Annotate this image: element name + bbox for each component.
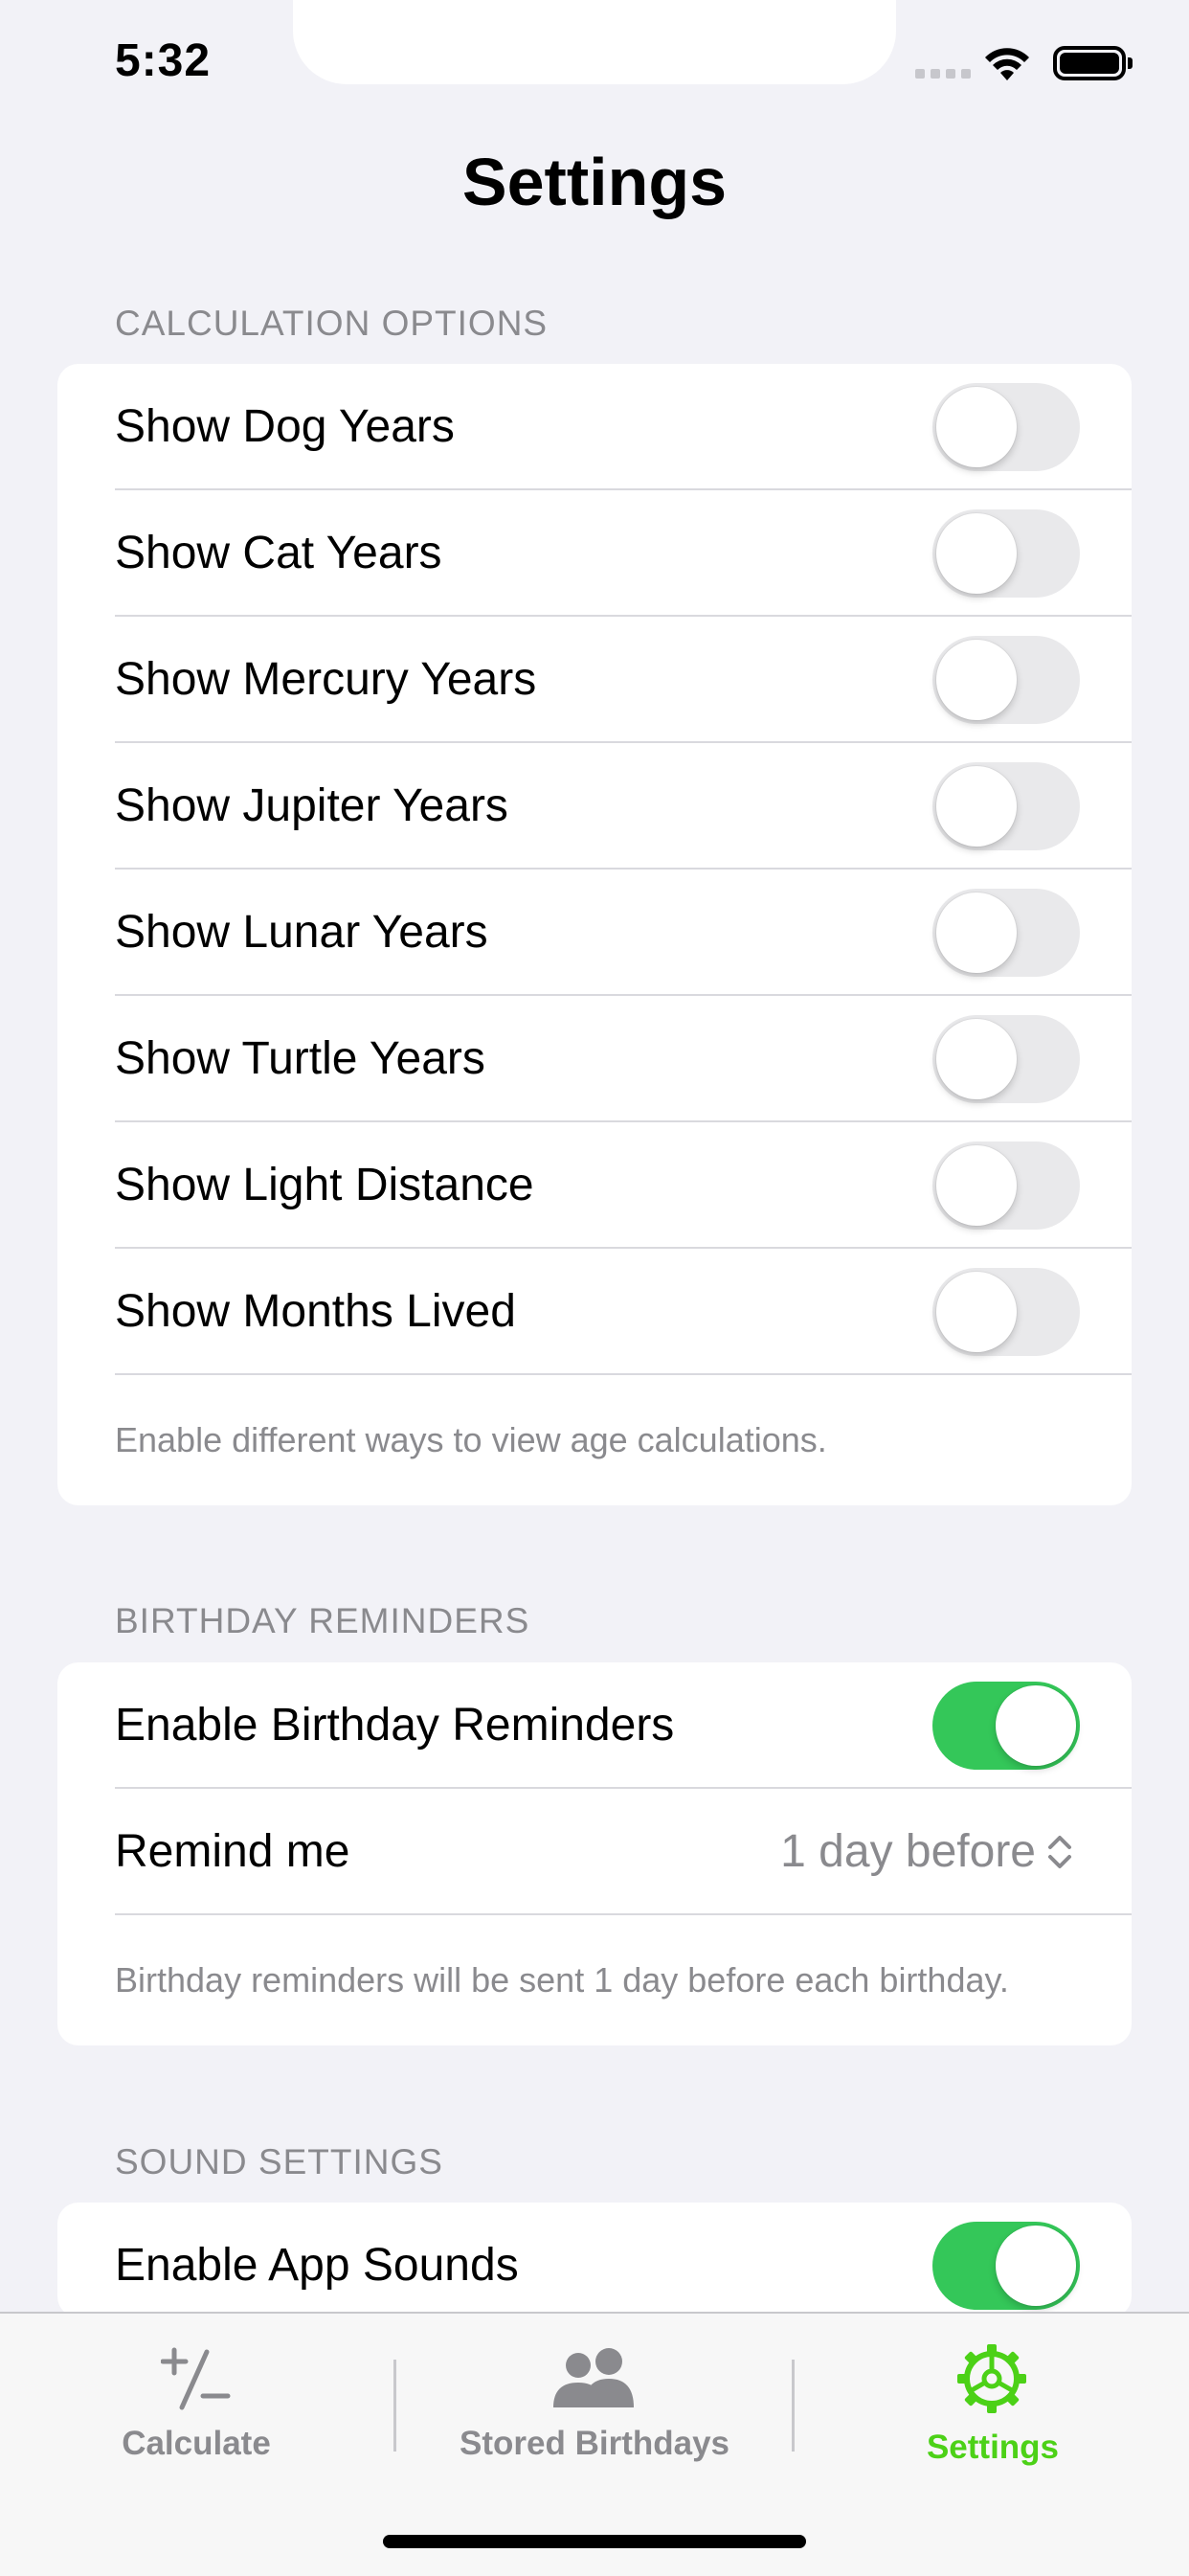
cellular-signal-icon bbox=[915, 69, 971, 79]
gear-icon bbox=[957, 2344, 1026, 2413]
row-separator bbox=[115, 1373, 1132, 1375]
enable-app-sounds-toggle[interactable] bbox=[932, 2222, 1080, 2310]
calculation-options-card: Show Dog Years Show Cat Years Show Mercury… bbox=[57, 364, 1132, 1505]
enable-birthday-reminders-label: Enable Birthday Reminders bbox=[115, 1700, 675, 1751]
calculation-option-label: Show Dog Years bbox=[115, 401, 455, 452]
remind-me-label: Remind me bbox=[115, 1826, 350, 1877]
wifi-icon bbox=[985, 48, 1029, 80]
battery-icon bbox=[1053, 46, 1133, 80]
tab-divider bbox=[792, 2360, 795, 2452]
birthday-reminders-card: Enable Birthday Reminders Remind me 1 da… bbox=[57, 1662, 1132, 2045]
calculation-option-row: Show Mercury Years bbox=[57, 617, 1132, 743]
toggle-knob bbox=[936, 766, 1017, 847]
toggle-knob bbox=[936, 513, 1017, 594]
calculation-option-label: Show Turtle Years bbox=[115, 1033, 485, 1084]
remind-me-picker[interactable]: 1 day before bbox=[780, 1789, 1074, 1915]
people-icon bbox=[553, 2348, 634, 2407]
enable-birthday-reminders-row: Enable Birthday Reminders bbox=[57, 1662, 1132, 1789]
calculation-option-toggle[interactable] bbox=[932, 1141, 1080, 1230]
calculation-option-label: Show Mercury Years bbox=[115, 654, 537, 705]
calculation-option-label: Show Lunar Years bbox=[115, 907, 488, 958]
calculation-option-row: Show Months Lived bbox=[57, 1249, 1132, 1375]
status-bar: 5:32 bbox=[0, 0, 1189, 124]
calculation-option-toggle[interactable] bbox=[932, 1015, 1080, 1103]
status-time: 5:32 bbox=[115, 35, 212, 86]
calculation-option-label: Show Jupiter Years bbox=[115, 780, 508, 831]
toggle-knob bbox=[936, 387, 1017, 467]
birthday-reminders-footer: Birthday reminders will be sent 1 day be… bbox=[115, 1960, 1009, 2000]
enable-app-sounds-label: Enable App Sounds bbox=[115, 2240, 519, 2291]
calculation-option-toggle[interactable] bbox=[932, 1268, 1080, 1356]
calculation-option-label: Show Months Lived bbox=[115, 1286, 516, 1337]
calculation-option-row: Show Dog Years bbox=[57, 364, 1132, 490]
page-title: Settings bbox=[461, 145, 728, 219]
row-separator bbox=[115, 1913, 1132, 1915]
calculation-option-toggle[interactable] bbox=[932, 509, 1080, 598]
remind-me-row[interactable]: Remind me 1 day before bbox=[57, 1789, 1132, 1915]
calculation-option-row: Show Lunar Years bbox=[57, 870, 1132, 996]
tab-label: Calculate bbox=[122, 2425, 271, 2462]
calculation-option-toggle[interactable] bbox=[932, 383, 1080, 471]
notch bbox=[293, 0, 896, 84]
plus-minus-icon bbox=[161, 2347, 231, 2410]
home-indicator bbox=[383, 2535, 806, 2548]
calculation-options-header: CALCULATION OPTIONS bbox=[115, 304, 549, 343]
toggle-knob bbox=[936, 1019, 1017, 1099]
enable-birthday-reminders-toggle[interactable] bbox=[932, 1682, 1080, 1770]
sound-settings-header: SOUND SETTINGS bbox=[115, 2142, 443, 2181]
calculation-option-row: Show Light Distance bbox=[57, 1122, 1132, 1249]
toggle-knob bbox=[996, 2226, 1076, 2306]
calculation-option-toggle[interactable] bbox=[932, 636, 1080, 724]
tab-label: Stored Birthdays bbox=[460, 2425, 729, 2462]
calculation-options-footer: Enable different ways to view age calcul… bbox=[115, 1420, 827, 1459]
calculation-option-toggle[interactable] bbox=[932, 762, 1080, 850]
calculation-option-toggle[interactable] bbox=[932, 889, 1080, 977]
toggle-knob bbox=[936, 1272, 1017, 1352]
remind-me-value: 1 day before bbox=[780, 1826, 1036, 1877]
calculation-option-row: Show Jupiter Years bbox=[57, 743, 1132, 870]
calculation-option-label: Show Light Distance bbox=[115, 1160, 534, 1210]
calculation-option-row: Show Cat Years bbox=[57, 490, 1132, 617]
enable-app-sounds-row: Enable App Sounds bbox=[57, 2203, 1132, 2317]
birthday-reminders-header: BIRTHDAY REMINDERS bbox=[115, 1601, 530, 1640]
toggle-knob bbox=[996, 1685, 1076, 1766]
tab-calculate[interactable]: Calculate bbox=[0, 2314, 393, 2505]
tab-settings[interactable]: Settings bbox=[796, 2314, 1189, 2505]
sound-settings-card: Enable App Sounds bbox=[57, 2203, 1132, 2317]
tab-label: Settings bbox=[926, 2429, 1060, 2466]
calculation-option-row: Show Turtle Years bbox=[57, 996, 1132, 1122]
calculation-option-label: Show Cat Years bbox=[115, 528, 442, 578]
tab-divider bbox=[393, 2360, 396, 2452]
chevron-up-down-icon bbox=[1048, 1836, 1071, 1868]
toggle-knob bbox=[936, 893, 1017, 973]
toggle-knob bbox=[936, 1145, 1017, 1226]
tab-stored-birthdays[interactable]: Stored Birthdays bbox=[398, 2314, 791, 2505]
toggle-knob bbox=[936, 640, 1017, 720]
